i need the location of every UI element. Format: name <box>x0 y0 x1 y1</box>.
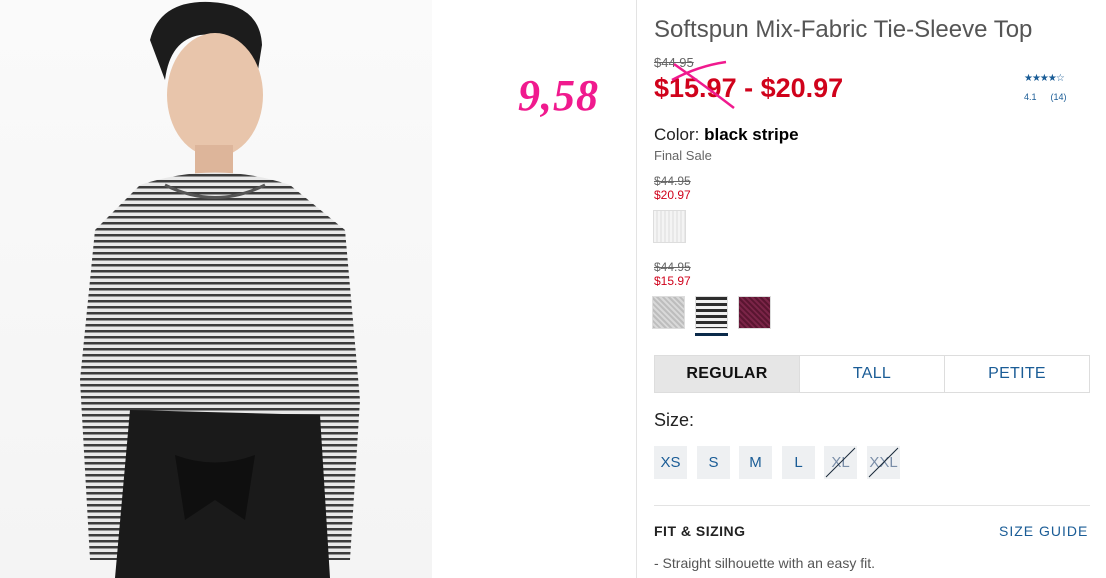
size-m-button[interactable]: M <box>739 446 772 479</box>
product-rating[interactable]: ★★★★☆ 4.1 (14) <box>1024 73 1067 102</box>
fit-sizing-heading: FIT & SIZING <box>654 523 746 539</box>
rating-score: 4.1 <box>1024 92 1037 102</box>
price-group: $44.95 $20.97 <box>654 174 691 202</box>
unavailable-strike-icon <box>825 447 856 478</box>
color-swatch-black-stripe[interactable] <box>695 296 728 329</box>
final-sale-notice: Final Sale <box>654 148 712 163</box>
rating-stars-icon: ★★★★☆ <box>1024 73 1065 84</box>
tab-regular[interactable]: REGULAR <box>655 356 799 392</box>
color-swatch-white[interactable] <box>653 210 686 243</box>
product-title: Softspun Mix-Fabric Tie-Sleeve Top <box>654 16 1033 43</box>
size-xl-button[interactable]: XL <box>824 446 857 479</box>
color-swatch-light-gray[interactable] <box>652 296 685 329</box>
color-swatch-burgundy[interactable] <box>738 296 771 329</box>
price-now: $20.97 <box>654 188 691 202</box>
price-now: $15.97 <box>654 274 691 288</box>
handwritten-price-annotation: 9,58 <box>518 71 599 120</box>
price-was: $44.95 <box>654 174 691 188</box>
product-image[interactable] <box>0 0 432 578</box>
size-s-button[interactable]: S <box>697 446 730 479</box>
price-group: $44.95 $15.97 <box>654 260 691 288</box>
pink-strike-mark <box>671 60 735 109</box>
section-divider <box>654 505 1090 506</box>
panel-divider <box>636 0 637 578</box>
model-photo <box>80 1 360 578</box>
fit-tabs: REGULAR TALL PETITE <box>654 355 1090 393</box>
review-count[interactable]: (14) <box>1051 92 1067 102</box>
tab-petite[interactable]: PETITE <box>944 356 1089 392</box>
selected-color-name: black stripe <box>704 125 799 144</box>
fit-description-item: - Straight silhouette with an easy fit. <box>654 555 875 571</box>
unavailable-strike-icon <box>868 447 899 478</box>
size-xxl-button[interactable]: XXL <box>867 446 900 479</box>
size-l-button[interactable]: L <box>782 446 815 479</box>
tab-tall[interactable]: TALL <box>799 356 944 392</box>
selected-swatch-indicator <box>695 333 728 336</box>
price-was: $44.95 <box>654 260 691 274</box>
size-guide-link[interactable]: SIZE GUIDE <box>999 523 1088 539</box>
size-xs-button[interactable]: XS <box>654 446 687 479</box>
color-label-text: Color: <box>654 125 700 144</box>
size-label: Size: <box>654 410 695 430</box>
color-label: Color: black stripe <box>654 125 799 145</box>
